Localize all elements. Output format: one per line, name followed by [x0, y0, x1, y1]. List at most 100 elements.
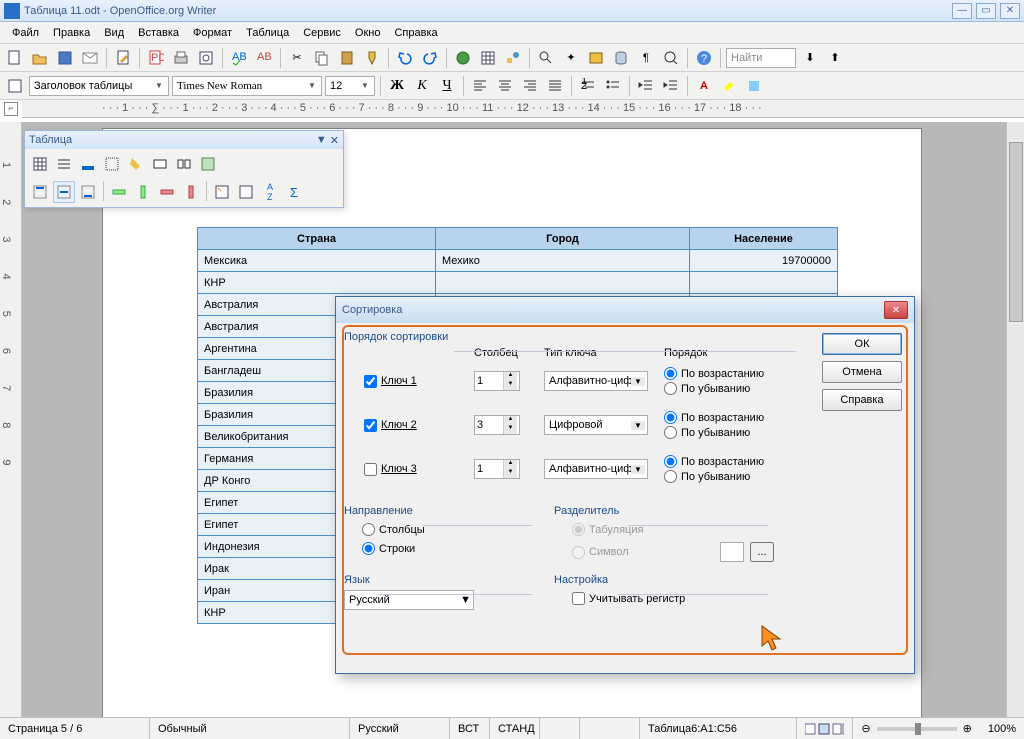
table-toolbar[interactable]: Таблица ▼ ✕ AZ Σ	[24, 130, 344, 208]
save-icon[interactable]	[54, 47, 76, 69]
menu-view[interactable]: Вид	[98, 25, 130, 41]
open-icon[interactable]	[29, 47, 51, 69]
key-checkbox[interactable]: Ключ 3	[364, 463, 417, 476]
highlight-icon[interactable]	[718, 75, 740, 97]
bullets-icon[interactable]	[602, 75, 624, 97]
table-row[interactable]: КНР	[198, 272, 838, 294]
copy-icon[interactable]	[311, 47, 333, 69]
edit-doc-icon[interactable]	[112, 47, 134, 69]
menu-tools[interactable]: Сервис	[297, 25, 347, 41]
zoom-value[interactable]: 100%	[980, 718, 1024, 739]
hyperlink-icon[interactable]	[452, 47, 474, 69]
borders-icon[interactable]	[101, 153, 123, 175]
menu-file[interactable]: Файл	[6, 25, 45, 41]
toolbar-close-icon[interactable]: ✕	[330, 134, 339, 147]
vertical-ruler[interactable]: 1 2 3 4 5 6 7 8 9	[0, 122, 22, 717]
table-props-icon[interactable]	[235, 181, 257, 203]
table-cell[interactable]: КНР	[198, 272, 436, 294]
order-desc-radio[interactable]: По убыванию	[664, 426, 804, 439]
table-header[interactable]: Страна	[198, 228, 436, 250]
sort-icon[interactable]: AZ	[259, 181, 281, 203]
menu-table[interactable]: Таблица	[240, 25, 295, 41]
bold-icon[interactable]: Ж	[386, 75, 408, 97]
print-icon[interactable]	[170, 47, 192, 69]
status-sel-mode[interactable]: СТАНД	[490, 718, 540, 739]
status-style[interactable]: Обычный	[150, 718, 350, 739]
search-next-icon[interactable]: ⬇	[799, 47, 821, 69]
valign-bottom-icon[interactable]	[77, 181, 99, 203]
undo-icon[interactable]	[394, 47, 416, 69]
delete-row-icon[interactable]	[156, 181, 178, 203]
zoom-icon[interactable]	[660, 47, 682, 69]
bgcolor-icon[interactable]	[743, 75, 765, 97]
gallery-icon[interactable]	[585, 47, 607, 69]
autoformat-icon[interactable]	[211, 181, 233, 203]
key-type-combo[interactable]: Цифровой▼	[544, 415, 648, 435]
order-asc-radio[interactable]: По возрастанию	[664, 367, 804, 380]
table-cell[interactable]: Мексика	[198, 250, 436, 272]
optimize-icon[interactable]	[197, 153, 219, 175]
autospell-icon[interactable]: ABC	[253, 47, 275, 69]
style-combo[interactable]: Заголовок таблицы▼	[29, 76, 169, 96]
table-header[interactable]: Город	[436, 228, 690, 250]
new-icon[interactable]	[4, 47, 26, 69]
key-column-spin[interactable]: ▲▼	[474, 459, 520, 479]
redo-icon[interactable]	[419, 47, 441, 69]
table-cell[interactable]: 19700000	[690, 250, 838, 272]
help-icon[interactable]: ?	[693, 47, 715, 69]
cut-icon[interactable]: ✂	[286, 47, 308, 69]
key-column-spin[interactable]: ▲▼	[474, 371, 520, 391]
paste-icon[interactable]	[336, 47, 358, 69]
menu-help[interactable]: Справка	[388, 25, 443, 41]
insert-col-icon[interactable]	[132, 181, 154, 203]
preview-icon[interactable]	[195, 47, 217, 69]
indent-inc-icon[interactable]	[660, 75, 682, 97]
font-color-icon[interactable]: A	[693, 75, 715, 97]
dialog-titlebar[interactable]: Сортировка ✕	[336, 297, 914, 323]
key-column-spin[interactable]: ▲▼	[474, 415, 520, 435]
key-checkbox[interactable]: Ключ 2	[364, 419, 417, 432]
align-justify-icon[interactable]	[544, 75, 566, 97]
menu-insert[interactable]: Вставка	[132, 25, 185, 41]
zoom-slider[interactable]: ⊖⊕	[853, 718, 979, 739]
nonprint-icon[interactable]: ¶	[635, 47, 657, 69]
table-cell[interactable]	[690, 272, 838, 294]
datasource-icon[interactable]	[610, 47, 632, 69]
sep-browse-button[interactable]: ...	[750, 542, 774, 562]
table-icon[interactable]	[477, 47, 499, 69]
line-color-icon[interactable]	[77, 153, 99, 175]
order-asc-radio[interactable]: По возрастанию	[664, 411, 804, 424]
sum-icon[interactable]: Σ	[283, 181, 305, 203]
vertical-scrollbar[interactable]	[1006, 122, 1024, 717]
valign-center-icon[interactable]	[53, 181, 75, 203]
status-page[interactable]: Страница 5 / 6	[0, 718, 150, 739]
styles-icon[interactable]	[4, 75, 26, 97]
menu-window[interactable]: Окно	[349, 25, 387, 41]
navigator-icon[interactable]: ✦	[560, 47, 582, 69]
split-icon[interactable]	[173, 153, 195, 175]
search-input[interactable]: Найти	[726, 48, 796, 68]
format-paint-icon[interactable]	[361, 47, 383, 69]
line-style-icon[interactable]	[53, 153, 75, 175]
key-type-combo[interactable]: Алфавитно-цифровой▼	[544, 459, 648, 479]
find-icon[interactable]	[535, 47, 557, 69]
menu-format[interactable]: Формат	[187, 25, 238, 41]
valign-top-icon[interactable]	[29, 181, 51, 203]
order-desc-radio[interactable]: По убыванию	[664, 470, 804, 483]
table-cell[interactable]: Мехико	[436, 250, 690, 272]
status-insert[interactable]: ВСТ	[450, 718, 490, 739]
status-selection[interactable]: Таблица6:A1:C56	[640, 718, 797, 739]
email-icon[interactable]	[79, 47, 101, 69]
tab-type-icon[interactable]: ⌐	[4, 102, 18, 116]
language-combo[interactable]: Русский▼	[344, 590, 474, 610]
align-left-icon[interactable]	[469, 75, 491, 97]
italic-icon[interactable]: К	[411, 75, 433, 97]
close-button[interactable]: ✕	[1000, 3, 1020, 19]
minimize-button[interactable]: —	[952, 3, 972, 19]
font-combo[interactable]: Times New Roman▼	[172, 76, 322, 96]
table-row[interactable]: МексикаМехико19700000	[198, 250, 838, 272]
insert-row-icon[interactable]	[108, 181, 130, 203]
export-pdf-icon[interactable]: PDF	[145, 47, 167, 69]
toolbar-menu-icon[interactable]: ▼	[316, 134, 327, 146]
dialog-close-icon[interactable]: ✕	[884, 301, 908, 319]
